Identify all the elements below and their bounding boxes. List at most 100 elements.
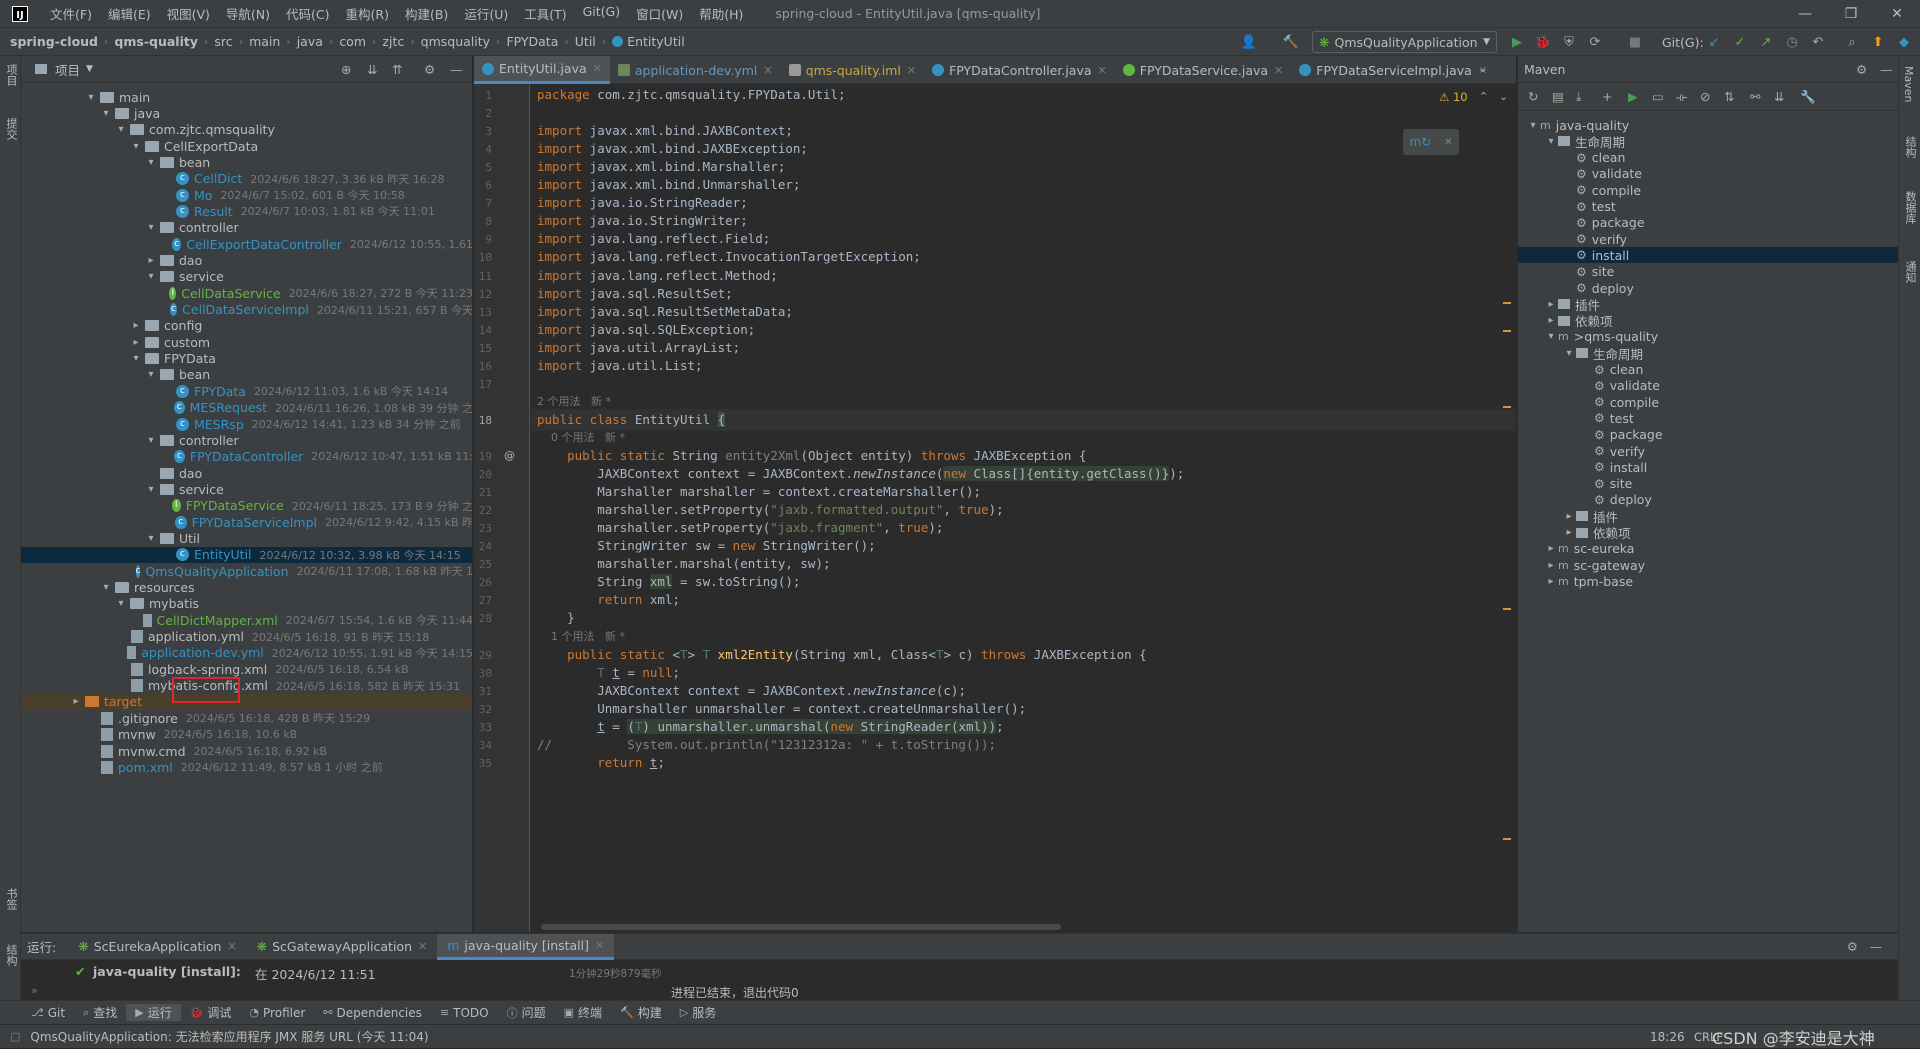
chevron-down-icon[interactable]: ▾ [144,435,158,446]
bottom-tool-search[interactable]: ⌕ 查找 [74,1004,126,1021]
code-editor[interactable]: ⚠ 10 ⌃ ⌄ m↻ ✕ package com.zjtc.qmsqualit… [531,84,1516,932]
menu-item[interactable]: 工具(T) [516,4,574,23]
project-panel-title[interactable]: 项目 [55,60,80,79]
chevron-down-icon[interactable]: ▼ [86,64,93,74]
chevron-down-icon[interactable]: ⌄ [1499,90,1508,103]
chevron-right-icon[interactable]: ▸ [69,696,83,707]
maven-reload-icon[interactable]: m↻ [1409,135,1431,149]
tab-fpydataserviceimpl-java[interactable]: FPYDataServiceImpl.java ✕ [1291,56,1495,84]
chevron-right-icon[interactable]: ▸ [1544,315,1558,326]
build-hammer-icon[interactable]: 🔨 [1282,33,1300,51]
hide-icon[interactable]: — [450,62,463,77]
status-message[interactable]: QmsQualityApplication: 无法检索应用程序 JMX 服务 U… [30,1028,428,1045]
hide-icon[interactable]: — [1880,62,1893,77]
chevron-right-icon[interactable]: ▸ [129,320,143,331]
expand-all-icon[interactable]: ⇊ [1774,89,1784,104]
editor-scrollbar[interactable] [1501,124,1511,924]
chevron-right-icon[interactable]: ▸ [1544,576,1558,587]
maven-tree-row[interactable]: ⚙ validate [1518,166,1899,182]
maven-tree-row[interactable]: ⚙ compile [1518,394,1899,410]
notifications-tool-button[interactable]: 通知 [1902,261,1918,283]
expand-all-icon[interactable]: ⇊ [367,62,377,77]
toggle-offline-icon[interactable]: ⟛ [1676,89,1687,105]
menu-item[interactable]: 编辑(E) [100,4,159,23]
project-tool-button[interactable]: 项目 [3,64,19,86]
rollback-icon[interactable]: ↶ [1809,33,1827,51]
breadcrumb-item[interactable]: java [297,34,323,49]
run-task-name[interactable]: java-quality [install]: [93,964,241,979]
tree-row[interactable]: ▾ service [21,269,472,285]
tree-row[interactable]: ▸ target [21,693,472,710]
dependencies-icon[interactable]: ⚯ [1750,89,1760,104]
tree-row[interactable]: logback-spring.xml 2024/6/5 16:18, 6.54 k… [21,661,472,677]
breadcrumb-item[interactable]: main [249,34,280,49]
override-marker-icon[interactable]: @ [504,449,515,462]
breadcrumb-item[interactable]: spring-cloud [10,34,98,49]
tab-application-dev-yml[interactable]: application-dev.yml ✕ [610,56,781,84]
structure-tool-button[interactable]: 结构 [3,944,19,966]
bottom-tool-services[interactable]: ▷ 服务 [671,1004,725,1021]
chevron-down-icon[interactable]: ▾ [129,141,143,152]
close-icon[interactable]: ✕ [907,64,916,77]
chevron-down-icon[interactable]: ▾ [1526,120,1540,131]
chevron-down-icon[interactable]: ▾ [99,582,113,593]
close-icon[interactable]: ✕ [1874,0,1920,28]
breadcrumb-item[interactable]: src [214,34,232,49]
tree-row[interactable]: mvnw 2024/6/5 16:18, 10.6 kB [21,727,472,743]
bottom-tool-run[interactable]: ▶ 运行 [126,1004,181,1021]
run-tab[interactable]: ❋ ScEurekaApplication ✕ [68,934,246,960]
tab-fpydataservice-java[interactable]: FPYDataService.java ✕ [1115,56,1292,84]
menu-item[interactable]: 帮助(H) [691,4,751,23]
collapse-all-icon[interactable]: ⇈ [392,62,402,77]
bookmarks-tool-button[interactable]: 书签 [3,888,19,910]
chevron-down-icon[interactable]: ▾ [84,92,98,103]
close-icon[interactable]: ✕ [1274,64,1283,77]
tree-row[interactable]: ▾ service [21,481,472,497]
tab-entityutil-java[interactable]: EntityUtil.java ✕ [474,56,610,84]
close-icon[interactable]: ✕ [1444,137,1452,148]
maven-tree-row[interactable]: ⚙ package [1518,215,1899,231]
chevron-down-icon[interactable]: ▾ [114,124,128,135]
chevron-down-icon[interactable]: ▾ [114,598,128,609]
maven-tree-row[interactable]: ⚙ clean [1518,150,1899,166]
database-tool-button[interactable]: 数据库 [1902,191,1918,224]
tree-row[interactable]: ▾ CellExportData [21,138,472,154]
caret-position[interactable]: 18:26 [1650,1030,1685,1044]
bottom-tool-terminal[interactable]: ▣ 终端 [555,1004,611,1021]
tree-row[interactable]: ▾ controller [21,220,472,236]
maven-tree-row[interactable]: ⚙ clean [1518,362,1899,378]
horizontal-scrollbar[interactable] [541,924,1061,930]
maven-tree-row[interactable]: ⚙ test [1518,410,1899,426]
chevron-right-icon[interactable]: ▸ [1544,299,1558,310]
tree-row[interactable]: .gitignore 2024/6/5 16:18, 428 B 昨天 15:29 [21,710,472,726]
breadcrumb-item[interactable]: Util [575,34,596,49]
chevron-down-icon[interactable]: ▾ [1562,348,1576,359]
bottom-tool-build[interactable]: 🔨 构建 [611,1004,671,1021]
maven-tree-row[interactable]: ⚙ validate [1518,378,1899,394]
locate-icon[interactable]: ⊕ [341,62,351,77]
bottom-tool-todo[interactable]: ≡ TODO [431,1006,498,1020]
tree-row[interactable]: ▾ java [21,105,472,121]
maven-tree-row[interactable]: ⚙ verify [1518,443,1899,459]
breadcrumb-item[interactable]: qmsquality [421,34,490,49]
maven-tree-row[interactable]: ▸ m tpm-base [1518,573,1899,589]
add-icon[interactable]: + [1602,89,1612,104]
run-icon[interactable]: ▶ [1628,89,1638,104]
tree-row[interactable]: c FPYDataServiceImpl 2024/6/12 9:42, 4.15 … [21,514,472,530]
search-icon[interactable]: ⌕ [1843,33,1861,51]
skip-tests-icon[interactable]: ⊘ [1700,89,1710,104]
status-toggle-icon[interactable]: ▢ [10,1030,20,1043]
tree-row[interactable]: c FPYDataController 2024/6/12 10:47, 1.51 … [21,449,472,465]
download-icon[interactable]: ⤓ [1576,89,1582,105]
reload-icon[interactable]: ↻ [1528,89,1538,104]
restore-icon[interactable]: ❐ [1828,0,1874,28]
chevron-down-icon[interactable]: ▾ [144,484,158,495]
coverage-icon[interactable]: ⛨ [1560,33,1578,51]
tree-row[interactable]: ▾ resources [21,580,472,596]
tree-row[interactable]: c QmsQualityApplication 2024/6/11 17:08, 1… [21,563,472,579]
tab-fpydatacontroller-java[interactable]: FPYDataController.java ✕ [924,56,1115,84]
run-tab[interactable]: m java-quality [install] ✕ [437,933,615,960]
hide-icon[interactable]: — [1870,939,1883,954]
bottom-tool-git[interactable]: ⎇ Git [22,1006,74,1020]
chevron-down-icon[interactable]: ▾ [1544,331,1558,342]
